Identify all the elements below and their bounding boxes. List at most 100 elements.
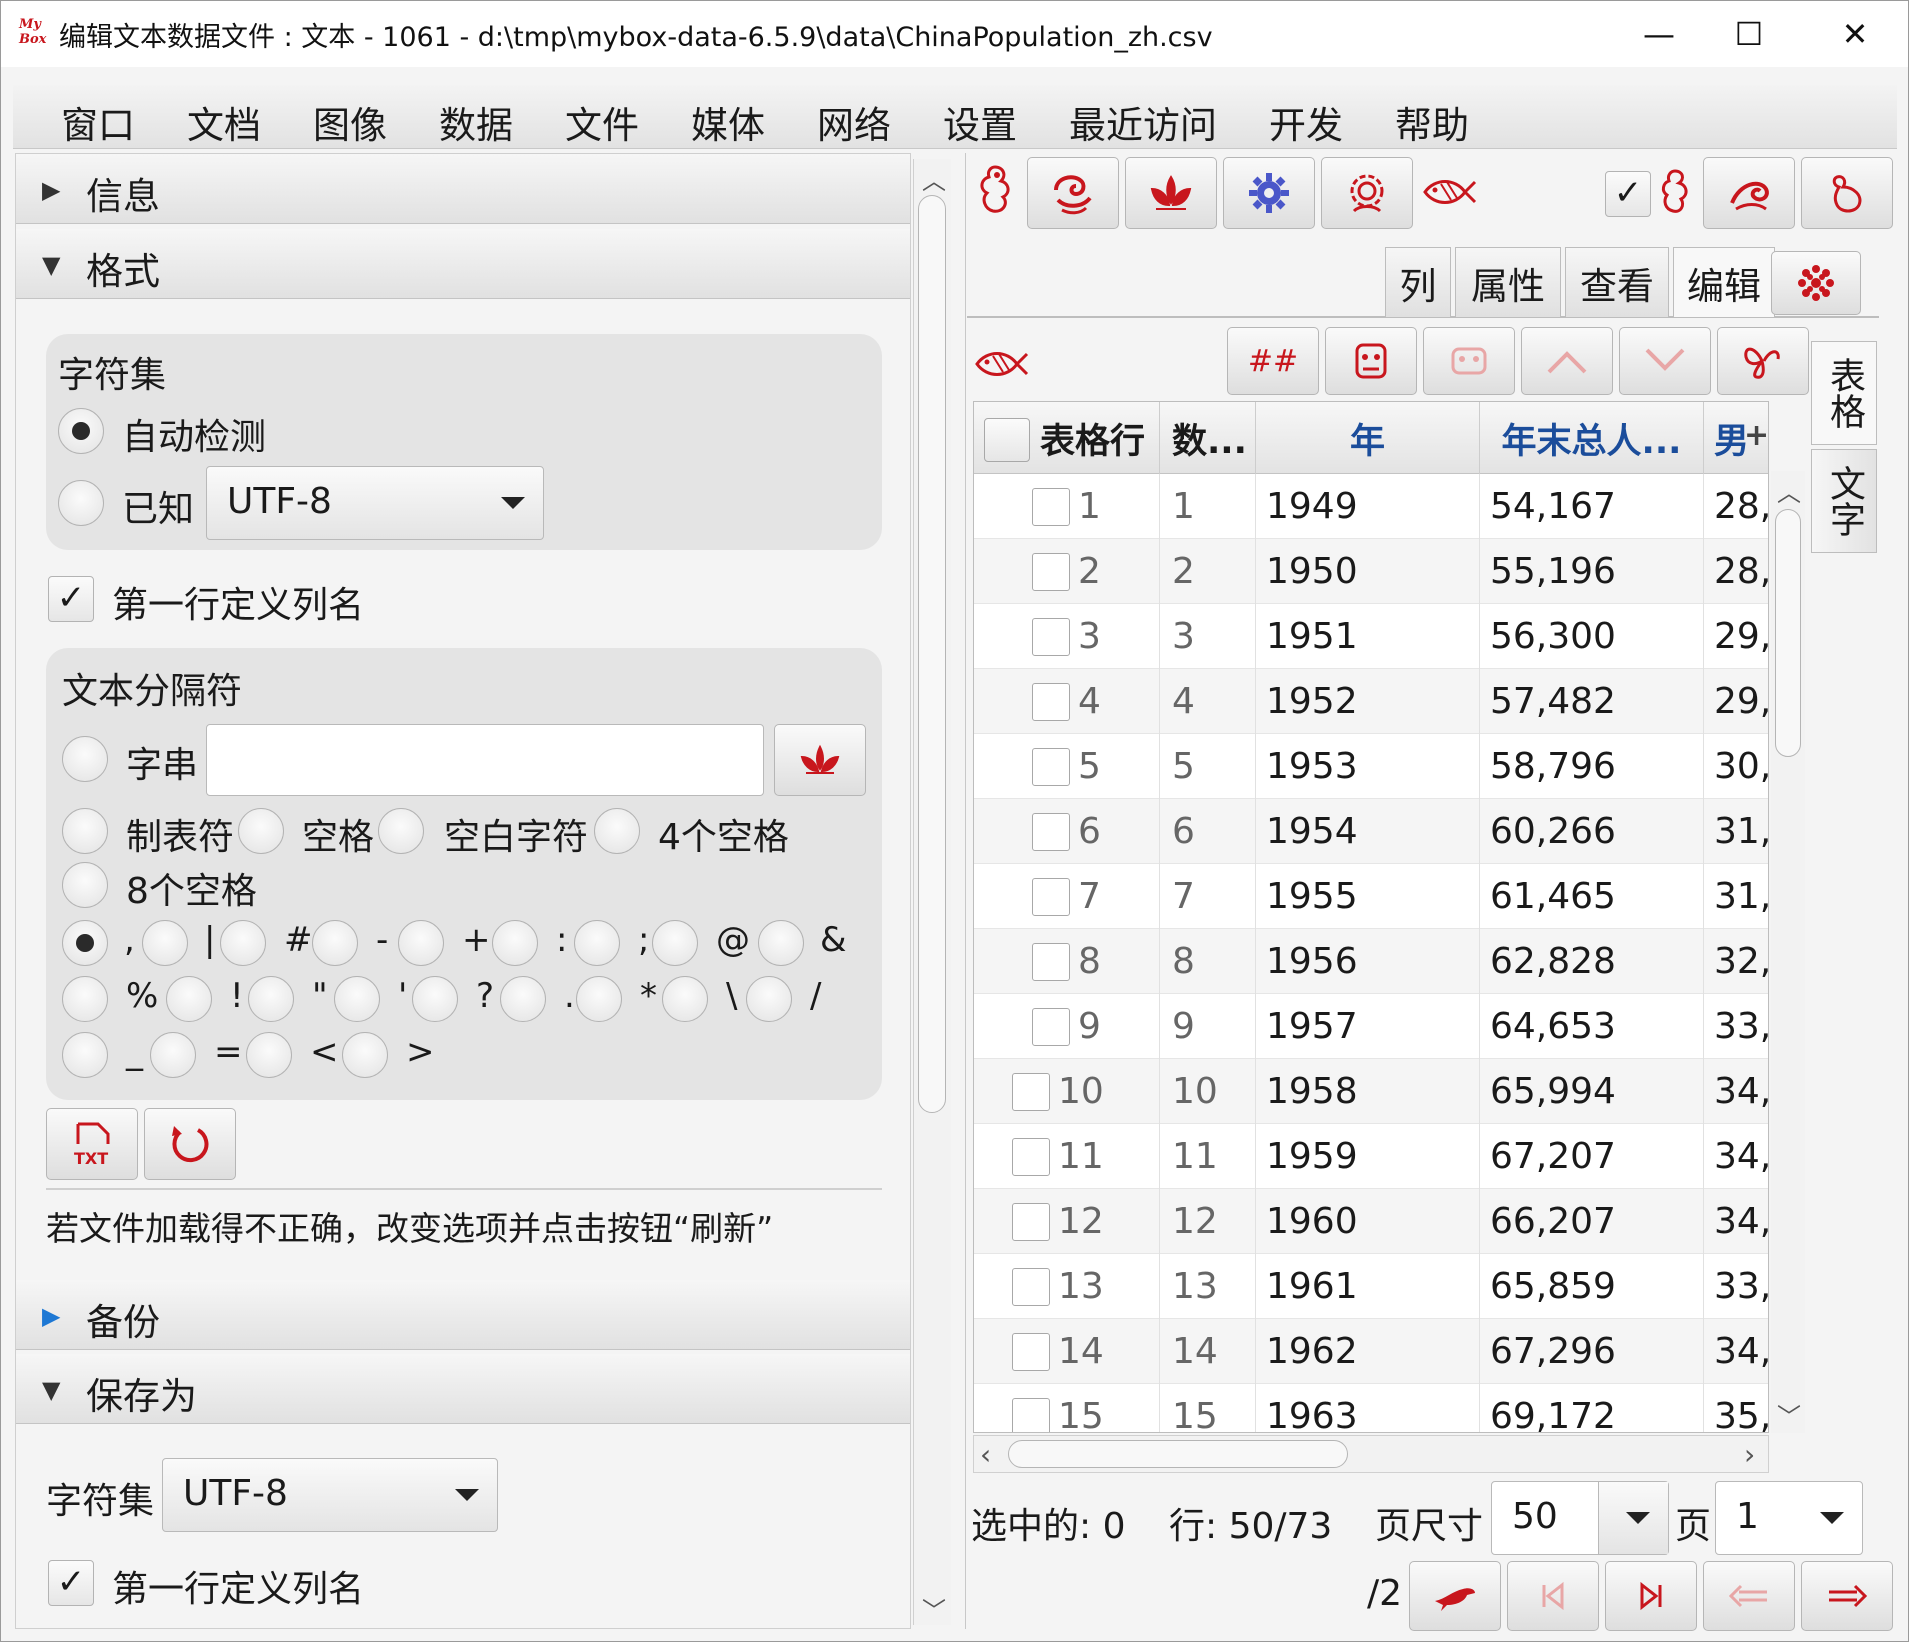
cell-male[interactable]: 34, — [1704, 1319, 1768, 1384]
page-select[interactable]: 1 — [1715, 1481, 1863, 1555]
cell-total-population[interactable]: 66,207 — [1480, 1189, 1704, 1254]
move-up-button[interactable] — [1521, 327, 1613, 395]
data-table[interactable]: 表格行 数... 年 年末总人... 男 + 1 1 1949 54,167 28, 2 2… — [973, 401, 1769, 1433]
table-row[interactable]: 13 13 1961 65,859 33, — [974, 1254, 1768, 1319]
cell-total-population[interactable]: 65,994 — [1480, 1059, 1704, 1124]
menu-document[interactable]: 文档 — [187, 95, 261, 149]
cell-year[interactable]: 1959 — [1256, 1124, 1480, 1189]
cell-year[interactable]: 1961 — [1256, 1254, 1480, 1319]
row-select-checkbox[interactable] — [1032, 618, 1070, 656]
row-select-checkbox[interactable] — [1032, 553, 1070, 591]
minimize-button[interactable]: — — [1629, 9, 1689, 59]
table-row[interactable]: 6 6 1954 60,266 31, — [974, 799, 1768, 864]
menu-window[interactable]: 窗口 — [61, 95, 135, 149]
cell-number[interactable]: 14 — [1160, 1319, 1256, 1384]
cell-table-row[interactable]: 5 — [1078, 734, 1160, 799]
cell-number[interactable]: 15 — [1160, 1384, 1256, 1432]
cell-table-row[interactable]: 6 — [1078, 799, 1160, 864]
row-select-checkbox[interactable] — [1032, 748, 1070, 786]
format-section-header[interactable]: ▼ 格式 — [16, 229, 910, 299]
row-select-checkbox[interactable] — [1032, 488, 1070, 526]
mask-button[interactable] — [1325, 327, 1417, 395]
delimiter-tab-radio[interactable] — [62, 808, 108, 854]
delimiter-string-radio[interactable] — [62, 736, 108, 782]
delimiter-string-input[interactable] — [206, 724, 764, 796]
cell-total-population[interactable]: 64,653 — [1480, 994, 1704, 1059]
cell-table-row[interactable]: 3 — [1078, 604, 1160, 669]
delimiter-hyphen-radio[interactable] — [312, 920, 358, 966]
delimiter-equals-radio[interactable] — [150, 1032, 196, 1078]
row-select-checkbox[interactable] — [1012, 1268, 1050, 1306]
cell-total-population[interactable]: 62,828 — [1480, 929, 1704, 994]
delimiter-double-quote-radio[interactable] — [248, 976, 294, 1022]
mask-disabled-button[interactable] — [1423, 327, 1515, 395]
cell-male[interactable]: 34, — [1704, 1124, 1768, 1189]
move-down-button[interactable] — [1619, 327, 1711, 395]
table-row[interactable]: 3 3 1951 56,300 29, — [974, 604, 1768, 669]
cell-total-population[interactable]: 67,207 — [1480, 1124, 1704, 1189]
cell-total-population[interactable]: 61,465 — [1480, 864, 1704, 929]
cell-table-row[interactable]: 9 — [1078, 994, 1160, 1059]
cell-year[interactable]: 1962 — [1256, 1319, 1480, 1384]
delimiter-semicolon-radio[interactable] — [574, 920, 620, 966]
cell-table-row[interactable]: 4 — [1078, 669, 1160, 734]
phoenix-icon[interactable] — [973, 161, 1017, 227]
cell-total-population[interactable]: 65,859 — [1480, 1254, 1704, 1319]
cell-number[interactable]: 12 — [1160, 1189, 1256, 1254]
first-row-header-checkbox[interactable]: ✓ — [48, 576, 94, 622]
cell-total-population[interactable]: 58,796 — [1480, 734, 1704, 799]
flower-menu-button[interactable] — [1771, 251, 1861, 315]
cell-table-row[interactable]: 14 — [1058, 1319, 1160, 1384]
chevron-down-icon[interactable]: ﹀ — [1777, 1397, 1801, 1432]
row-select-checkbox[interactable] — [1032, 878, 1070, 916]
select-all-checkbox[interactable] — [984, 418, 1030, 462]
cell-year[interactable]: 1958 — [1256, 1059, 1480, 1124]
row-select-checkbox[interactable] — [1012, 1138, 1050, 1176]
delimiter-less-than-radio[interactable] — [246, 1032, 292, 1078]
delimiter-percent-radio[interactable] — [62, 976, 108, 1022]
scrollbar-thumb[interactable] — [918, 195, 946, 1113]
refresh-button[interactable] — [144, 1108, 236, 1180]
side-tab-text[interactable]: 文字 — [1811, 449, 1877, 553]
next-page-button[interactable] — [1801, 1561, 1893, 1631]
chevron-left-icon[interactable]: ‹ — [980, 1438, 991, 1471]
swirl-cloud-button[interactable] — [1027, 157, 1119, 229]
cell-male[interactable]: 31, — [1704, 864, 1768, 929]
row-select-checkbox[interactable] — [1032, 943, 1070, 981]
cell-male[interactable]: 28, — [1704, 474, 1768, 539]
cell-year[interactable]: 1954 — [1256, 799, 1480, 864]
cell-number[interactable]: 8 — [1160, 929, 1256, 994]
toolbar-toggle-checkbox[interactable]: ✓ — [1605, 171, 1651, 217]
cell-table-row[interactable]: 13 — [1058, 1254, 1160, 1319]
last-page-button[interactable] — [1605, 1561, 1697, 1631]
side-tab-table[interactable]: 表格 — [1811, 341, 1877, 445]
menu-data[interactable]: 数据 — [439, 95, 513, 149]
cell-table-row[interactable]: 15 — [1058, 1384, 1160, 1432]
page-size-select[interactable]: 50 — [1491, 1481, 1669, 1555]
delimiter-blank-radio[interactable] — [378, 808, 424, 854]
delimiter-period-radio[interactable] — [500, 976, 546, 1022]
cell-male[interactable]: 32, — [1704, 929, 1768, 994]
menu-settings[interactable]: 设置 — [943, 95, 1017, 149]
cell-male[interactable]: 31, — [1704, 799, 1768, 864]
delimiter-colon-radio[interactable] — [492, 920, 538, 966]
table-horizontal-scrollbar[interactable]: ‹ › — [973, 1435, 1769, 1473]
cell-table-row[interactable]: 11 — [1058, 1124, 1160, 1189]
table-row[interactable]: 12 12 1960 66,207 34, — [974, 1189, 1768, 1254]
table-row[interactable]: 11 11 1959 67,207 34, — [974, 1124, 1768, 1189]
cell-number[interactable]: 13 — [1160, 1254, 1256, 1319]
cell-year[interactable]: 1960 — [1256, 1189, 1480, 1254]
chevron-up-icon[interactable]: ︿ — [922, 161, 946, 196]
first-page-button[interactable] — [1507, 1561, 1599, 1631]
row-select-checkbox[interactable] — [1012, 1333, 1050, 1371]
save-charset-select[interactable]: UTF-8 — [162, 1458, 498, 1532]
cell-year[interactable]: 1963 — [1256, 1384, 1480, 1432]
delimiter-hash-radio[interactable] — [220, 920, 266, 966]
maximize-button[interactable]: ☐ — [1719, 9, 1779, 59]
cell-table-row[interactable]: 7 — [1078, 864, 1160, 929]
row-select-checkbox[interactable] — [1012, 1073, 1050, 1111]
table-row[interactable]: 7 7 1955 61,465 31, — [974, 864, 1768, 929]
peony-button[interactable] — [1321, 157, 1413, 229]
delimiter-four-space-radio[interactable] — [594, 808, 640, 854]
table-row[interactable]: 4 4 1952 57,482 29, — [974, 669, 1768, 734]
